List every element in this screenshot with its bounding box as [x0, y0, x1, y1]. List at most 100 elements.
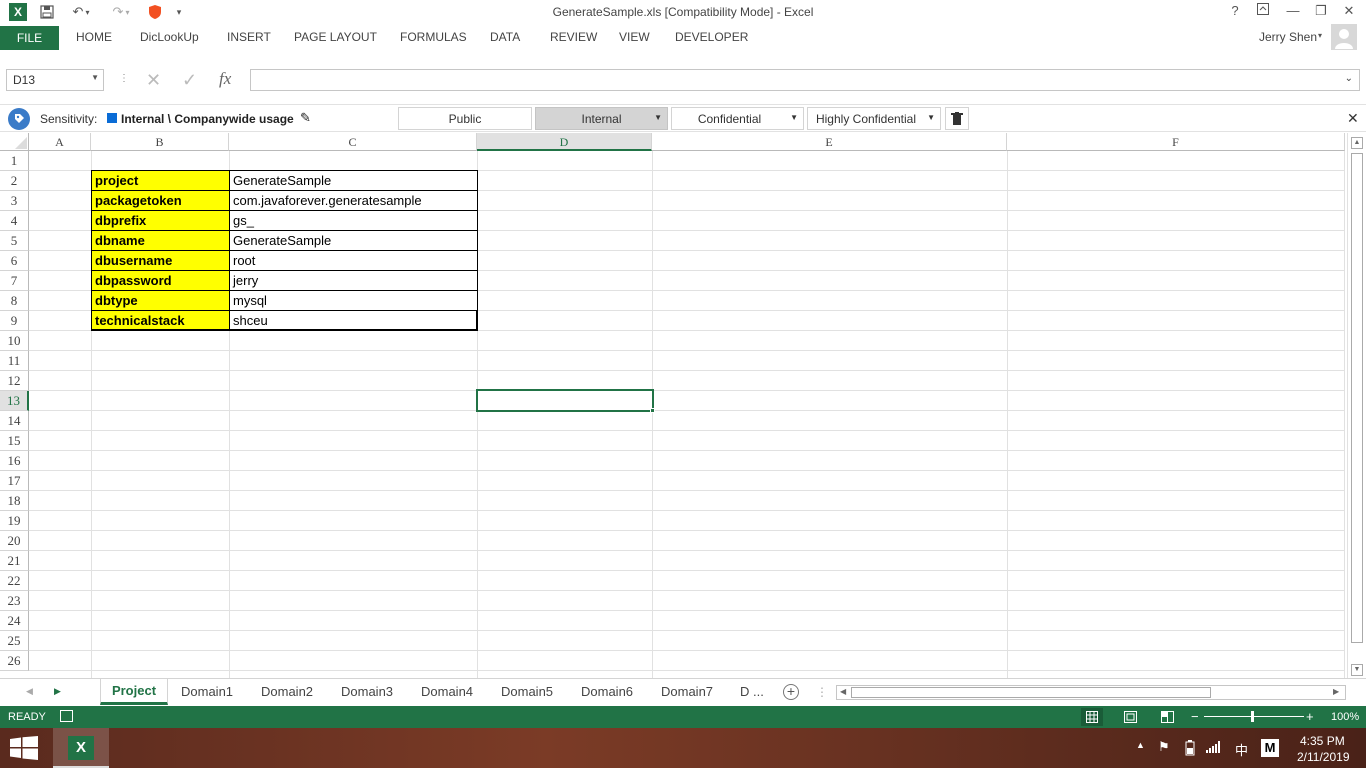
value-cell-packagetoken[interactable]: com.javaforever.generatesample	[229, 190, 478, 211]
zoom-out-icon[interactable]: −	[1191, 709, 1199, 724]
column-header-c[interactable]: C	[229, 133, 477, 151]
column-header-f[interactable]: F	[1007, 133, 1345, 151]
tab-developer[interactable]: DEVELOPER	[675, 30, 748, 44]
row-header-21[interactable]: 21	[0, 551, 29, 571]
scroll-up-icon[interactable]: ▲	[1351, 137, 1363, 149]
macro-record-icon[interactable]	[60, 710, 73, 722]
formula-input[interactable]: ⌄	[250, 69, 1360, 91]
tab-file[interactable]: FILE	[0, 26, 59, 50]
value-cell-dbpassword[interactable]: jerry	[229, 270, 478, 291]
user-dropdown-icon[interactable]: ▾	[1318, 31, 1322, 40]
show-hidden-icons[interactable]: ▲	[1136, 740, 1145, 750]
value-cell-dbusername[interactable]: root	[229, 250, 478, 271]
row-header-5[interactable]: 5	[0, 231, 29, 251]
sheet-tab-domain7[interactable]: Domain7	[661, 684, 713, 699]
chevron-down-icon[interactable]: ▼	[927, 113, 935, 122]
ribbon-display-icon[interactable]	[1252, 3, 1274, 21]
insert-function-icon[interactable]: fx	[219, 69, 231, 89]
row-header-4[interactable]: 4	[0, 211, 29, 231]
row-header-10[interactable]: 10	[0, 331, 29, 351]
edit-pencil-icon[interactable]: ✎	[300, 110, 311, 126]
row-header-7[interactable]: 7	[0, 271, 29, 291]
zoom-slider[interactable]	[1204, 716, 1304, 717]
chevron-down-icon[interactable]: ▼	[790, 113, 798, 122]
row-header-24[interactable]: 24	[0, 611, 29, 631]
row-header-14[interactable]: 14	[0, 411, 29, 431]
selected-cell[interactable]	[476, 389, 654, 412]
vertical-scrollbar[interactable]: ▲ ▼	[1347, 133, 1366, 678]
ime-indicator[interactable]: 中	[1235, 740, 1248, 759]
minimize-icon[interactable]: —	[1282, 3, 1304, 21]
row-header-25[interactable]: 25	[0, 631, 29, 651]
help-icon[interactable]: ?	[1224, 3, 1246, 21]
key-cell-dbprefix[interactable]: dbprefix	[91, 210, 230, 231]
value-cell-dbtype[interactable]: mysql	[229, 290, 478, 311]
user-name[interactable]: Jerry Shen	[1259, 30, 1317, 44]
h-scroll-thumb[interactable]	[851, 687, 1211, 698]
row-header-6[interactable]: 6	[0, 251, 29, 271]
sensitivity-confidential-button[interactable]: Confidential ▼	[671, 107, 804, 130]
row-header-16[interactable]: 16	[0, 451, 29, 471]
sheet-tab-project[interactable]: Project	[100, 679, 168, 705]
value-cell-dbprefix[interactable]: gs_	[229, 210, 478, 231]
row-header-15[interactable]: 15	[0, 431, 29, 451]
tab-splitter-icon[interactable]: ⋮	[816, 685, 828, 699]
column-header-d[interactable]: D	[477, 133, 652, 151]
clock-time[interactable]: 4:35 PM	[1300, 734, 1345, 748]
row-header-12[interactable]: 12	[0, 371, 29, 391]
battery-icon[interactable]	[1183, 740, 1197, 759]
key-cell-dbpassword[interactable]: dbpassword	[91, 270, 230, 291]
horizontal-scrollbar[interactable]: ◀ ▶	[836, 685, 1346, 700]
name-box[interactable]: D13 ▼	[6, 69, 104, 91]
row-header-2[interactable]: 2	[0, 171, 29, 191]
tab-view[interactable]: VIEW	[619, 30, 650, 44]
row-header-20[interactable]: 20	[0, 531, 29, 551]
scroll-left-icon[interactable]: ◀	[840, 687, 846, 696]
sheet-tab-domain5[interactable]: Domain5	[501, 684, 553, 699]
column-header-b[interactable]: B	[91, 133, 229, 151]
ime-mode-indicator[interactable]: M	[1261, 739, 1279, 757]
cancel-icon[interactable]: ✕	[146, 70, 161, 91]
select-all-corner[interactable]	[0, 133, 29, 151]
row-header-11[interactable]: 11	[0, 351, 29, 371]
normal-view-icon[interactable]	[1081, 708, 1103, 726]
tab-diclookup[interactable]: DicLookUp	[140, 30, 199, 44]
zoom-slider-thumb[interactable]	[1251, 711, 1254, 722]
sheet-tab-domain3[interactable]: Domain3	[341, 684, 393, 699]
network-icon[interactable]	[1206, 741, 1220, 756]
tab-review[interactable]: REVIEW	[550, 30, 597, 44]
windows-start-icon[interactable]	[10, 736, 38, 763]
row-header-9[interactable]: 9	[0, 311, 29, 331]
next-sheet-icon[interactable]: ▶	[54, 686, 61, 697]
key-cell-dbname[interactable]: dbname	[91, 230, 230, 251]
scroll-right-icon[interactable]: ▶	[1333, 687, 1339, 696]
tab-home[interactable]: HOME	[76, 30, 112, 44]
sheet-tab-domain2[interactable]: Domain2	[261, 684, 313, 699]
close-sensitivity-icon[interactable]: ✕	[1347, 110, 1359, 127]
column-header-a[interactable]: A	[29, 133, 91, 151]
fill-handle[interactable]	[650, 408, 655, 413]
row-header-17[interactable]: 17	[0, 471, 29, 491]
excel-taskbar-icon[interactable]: X	[53, 728, 109, 768]
page-layout-view-icon[interactable]	[1124, 711, 1137, 726]
zoom-in-icon[interactable]: +	[1306, 709, 1314, 724]
scroll-thumb[interactable]	[1351, 153, 1363, 643]
row-header-1[interactable]: 1	[0, 151, 29, 171]
add-sheet-icon[interactable]: +	[783, 684, 799, 700]
zoom-level[interactable]: 100%	[1331, 711, 1359, 723]
sheet-tab-domain6[interactable]: Domain6	[581, 684, 633, 699]
tab-formulas[interactable]: FORMULAS	[400, 30, 467, 44]
key-cell-packagetoken[interactable]: packagetoken	[91, 190, 230, 211]
sheet-tab-domain1[interactable]: Domain1	[181, 684, 233, 699]
sensitivity-highly-confidential-button[interactable]: Highly Confidential ▼	[807, 107, 941, 130]
row-header-22[interactable]: 22	[0, 571, 29, 591]
value-cell-dbname[interactable]: GenerateSample	[229, 230, 478, 251]
enter-icon[interactable]: ✓	[182, 70, 197, 91]
sensitivity-public-button[interactable]: Public	[398, 107, 532, 130]
scroll-down-icon[interactable]: ▼	[1351, 664, 1363, 676]
tab-data[interactable]: DATA	[490, 30, 520, 44]
key-cell-project[interactable]: project	[91, 170, 230, 191]
tab-insert[interactable]: INSERT	[227, 30, 271, 44]
close-icon[interactable]: ✕	[1338, 3, 1360, 21]
row-header-18[interactable]: 18	[0, 491, 29, 511]
